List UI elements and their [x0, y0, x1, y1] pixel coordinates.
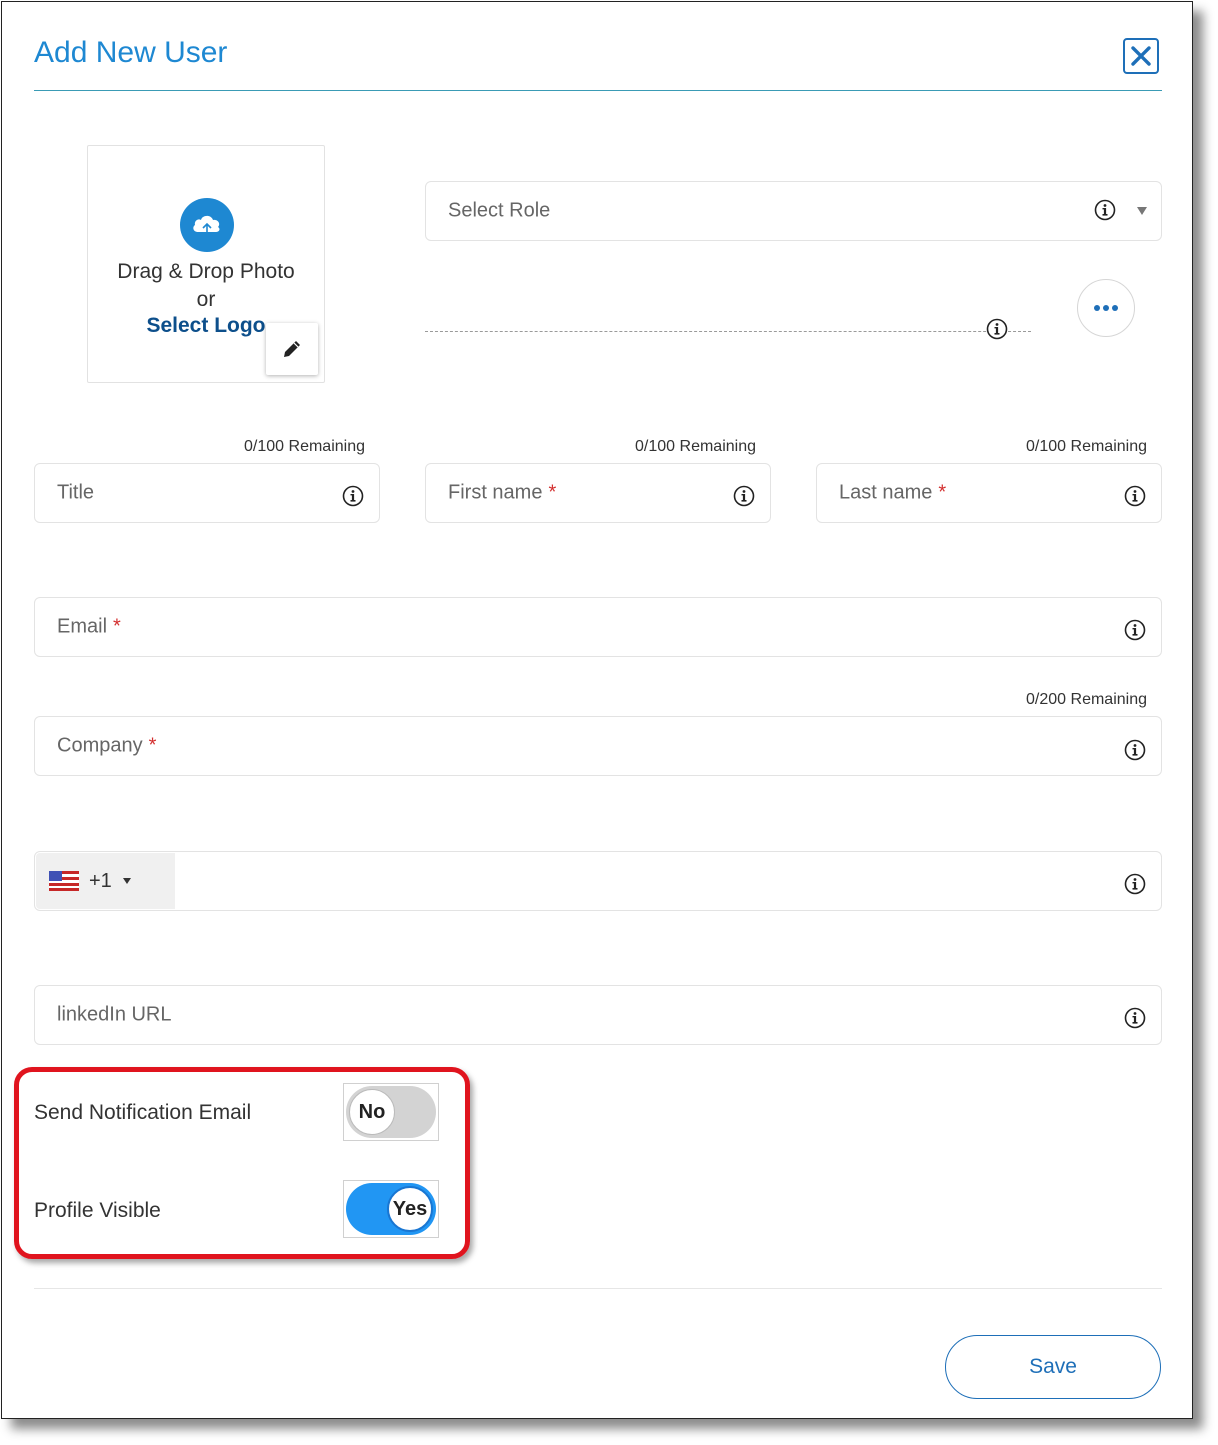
title-remaining: 0/100 Remaining [244, 438, 365, 455]
info-icon[interactable] [1124, 873, 1146, 895]
title-placeholder: Title [57, 481, 95, 504]
cloud-upload-icon [180, 198, 234, 252]
country-code: +1 [89, 869, 112, 892]
info-icon[interactable] [1094, 199, 1116, 221]
info-icon[interactable] [1124, 739, 1146, 761]
first-name-remaining: 0/100 Remaining [635, 438, 756, 455]
or-text: or [196, 288, 216, 311]
title-divider [34, 90, 1162, 91]
company-placeholder: Company [57, 734, 143, 757]
required-marker: * [113, 615, 121, 638]
chevron-down-icon [1137, 207, 1147, 215]
required-marker: * [548, 481, 557, 504]
close-button[interactable] [1123, 38, 1159, 74]
info-icon[interactable] [1124, 485, 1146, 507]
pencil-icon [284, 341, 300, 357]
linkedin-url-input[interactable]: linkedIn URL [34, 985, 1162, 1045]
email-placeholder: Email [57, 615, 108, 638]
dialog-title: Add New User [34, 36, 228, 69]
save-button[interactable]: Save [945, 1335, 1161, 1399]
caret-down-icon [122, 878, 131, 884]
linkedin-placeholder: linkedIn URL [57, 1003, 172, 1026]
last-name-remaining: 0/100 Remaining [1026, 438, 1147, 455]
phone-input[interactable] [34, 851, 1162, 911]
info-icon[interactable] [733, 485, 755, 507]
more-options-button[interactable] [1077, 279, 1135, 337]
secondary-field-line[interactable] [425, 331, 1031, 332]
email-input[interactable]: Email * [34, 597, 1162, 657]
highlight-annotation [14, 1067, 470, 1259]
role-placeholder: Select Role [448, 199, 551, 222]
first-name-input[interactable]: First name * [425, 463, 771, 523]
last-name-placeholder: Last name [839, 481, 933, 504]
more-horizontal-icon [1094, 305, 1118, 311]
close-icon [1131, 46, 1151, 66]
last-name-input[interactable]: Last name * [816, 463, 1162, 523]
info-icon[interactable] [342, 485, 364, 507]
us-flag-icon [49, 871, 79, 891]
info-icon[interactable] [986, 318, 1008, 340]
edit-photo-button[interactable] [266, 323, 318, 375]
info-icon[interactable] [1124, 619, 1146, 641]
required-marker: * [148, 734, 157, 757]
company-remaining: 0/200 Remaining [1026, 691, 1147, 708]
footer-divider [34, 1288, 1162, 1289]
title-input[interactable]: Title [34, 463, 380, 523]
country-code-dropdown[interactable]: +1 [36, 853, 175, 909]
drag-drop-text: Drag & Drop Photo [117, 260, 295, 283]
role-select[interactable]: Select Role [425, 181, 1162, 241]
info-icon[interactable] [1124, 1007, 1146, 1029]
first-name-placeholder: First name [448, 481, 543, 504]
required-marker: * [938, 481, 947, 504]
company-input[interactable]: Company * [34, 716, 1162, 776]
